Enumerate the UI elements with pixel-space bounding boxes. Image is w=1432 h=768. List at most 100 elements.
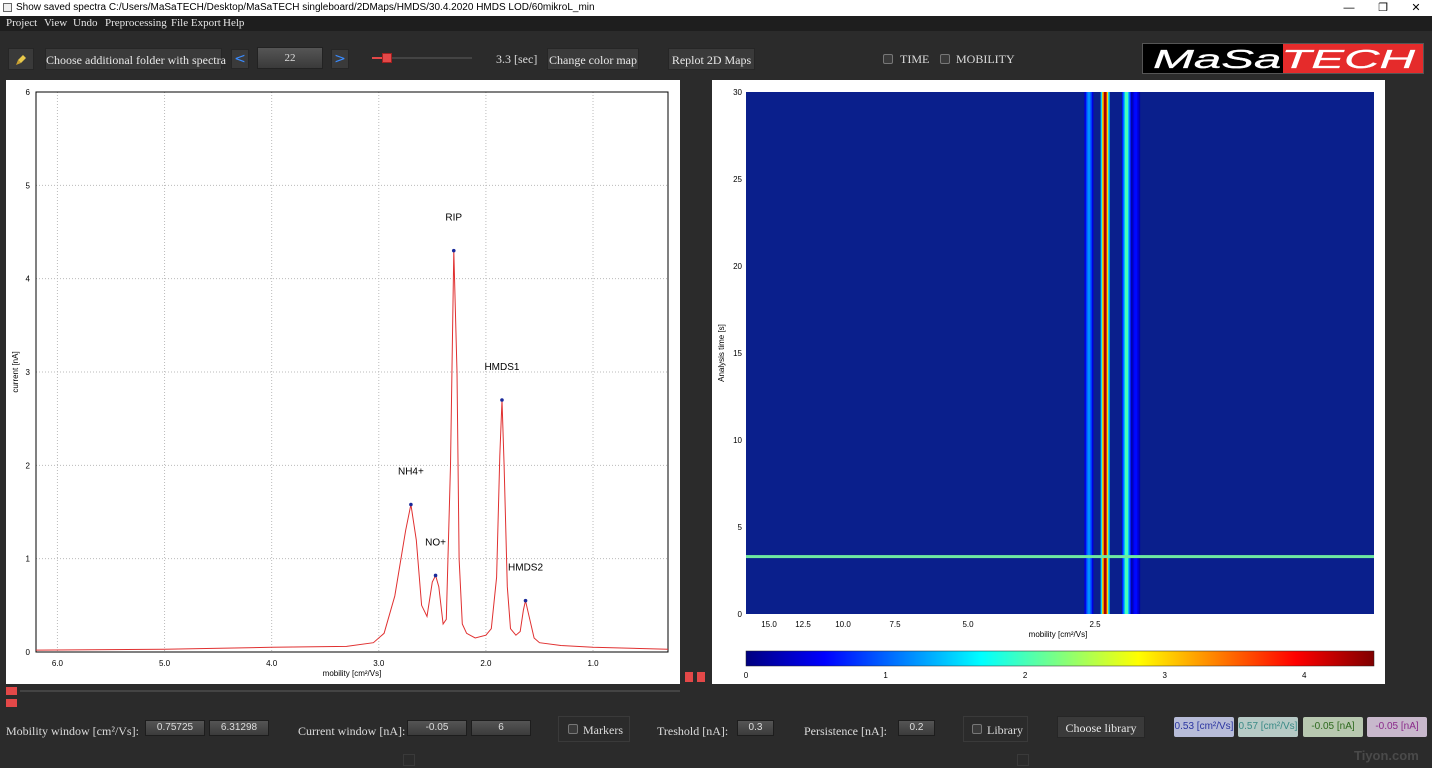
colorbar-tick-label: 3 <box>1162 671 1167 680</box>
next-spectrum-button[interactable]: > <box>331 49 349 69</box>
mobility-readout-2: 0.57 [cm²/Vs] <box>1238 717 1298 737</box>
menu-bar: Project View Undo Preprocessing File Exp… <box>0 16 1432 31</box>
peak-label: NH4+ <box>398 467 424 478</box>
small-indicator <box>403 754 415 766</box>
spectrum-y-tick-label: 4 <box>26 275 31 284</box>
spectrum-chart[interactable]: 6.0 5.0 4.0 3.0 2.0 1.0 0 1 2 3 4 5 6 NH4+ NO+ RIP HMD… <box>6 80 680 684</box>
heatmap-y-tick-label: 10 <box>733 436 742 445</box>
replot-2d-maps-button[interactable]: Replot 2D Maps <box>668 48 755 70</box>
menu-help[interactable]: Help <box>223 17 244 29</box>
heatmap-chart[interactable]: 15.0 12.5 10.0 7.5 5.0 2.5 051015202530 mobil… <box>712 80 1385 684</box>
markers-label: Markers <box>583 723 623 737</box>
time-cursor-line[interactable] <box>746 555 1374 559</box>
spectrum-x-tick-label: 4.0 <box>266 659 278 668</box>
heatmap-band <box>1124 92 1128 614</box>
heatmap-x-tick-label: 5.0 <box>962 620 974 629</box>
heatmap-x-tick-label: 15.0 <box>761 620 777 629</box>
prev-spectrum-button[interactable]: < <box>231 49 249 69</box>
menu-view[interactable]: View <box>44 17 67 29</box>
heatmap-x-tick-label: 10.0 <box>835 620 851 629</box>
spectrum-x-tick-label: 5.0 <box>159 659 171 668</box>
restore-button[interactable]: ❐ <box>1366 0 1400 16</box>
heatmap-x-axis-label: mobility [cm²/Vs] <box>1029 630 1088 639</box>
library-label: Library <box>987 723 1023 737</box>
current-min-field[interactable]: -0.05 <box>407 720 467 736</box>
spectrum-y-axis-label: current [nA] <box>11 351 20 392</box>
menu-file-export[interactable]: File Export <box>171 17 221 29</box>
current-max-field[interactable]: 6 <box>471 720 531 736</box>
choose-library-button[interactable]: Choose library <box>1057 716 1145 738</box>
time-slider[interactable] <box>372 53 472 63</box>
spectrum-x-tick-label: 3.0 <box>373 659 385 668</box>
heatmap-y-tick-label: 30 <box>733 88 742 97</box>
brush-icon <box>16 55 26 65</box>
choose-folder-button[interactable]: Choose additional folder with spectra <box>45 48 226 70</box>
mobility-checkbox[interactable] <box>940 54 950 64</box>
horizontal-slider-handle-2[interactable] <box>6 699 17 707</box>
colorbar <box>745 650 1375 667</box>
markers-checkbox[interactable] <box>568 724 578 734</box>
spectrum-x-tick-label: 1.0 <box>587 659 599 668</box>
spectrum-index-field[interactable]: 22 <box>257 47 323 69</box>
heatmap-y-tick-label: 0 <box>738 610 743 619</box>
app-icon <box>3 3 12 12</box>
heatmap-plot-panel: 15.0 12.5 10.0 7.5 5.0 2.5 0 5 10 15 20 25 30 mobil… <box>712 80 1385 684</box>
menu-project[interactable]: Project <box>6 17 37 29</box>
mobility-min-field[interactable]: 0.75725 <box>145 720 205 736</box>
time-slider-handle[interactable] <box>382 53 392 63</box>
peak-marker <box>500 398 504 402</box>
change-color-map-button[interactable]: Change color map <box>547 48 639 70</box>
persistence-label: Persistence [nA]: <box>804 724 887 738</box>
heatmap-band <box>1134 92 1138 614</box>
mobility-max-field[interactable]: 6.31298 <box>209 720 269 736</box>
heatmap-x-tick-label: 2.5 <box>1089 620 1101 629</box>
heatmap-x-tick-label: 12.5 <box>795 620 811 629</box>
heatmap-band <box>1103 92 1107 614</box>
watermark: Tiyon.com <box>1354 748 1419 763</box>
time-checkbox-label: TIME <box>900 52 930 66</box>
peak-marker <box>523 598 528 603</box>
minimize-button[interactable]: — <box>1332 0 1366 16</box>
spectrum-y-tick-label: 3 <box>26 368 31 377</box>
time-checkbox[interactable] <box>883 54 893 64</box>
heatmap-band <box>1087 92 1091 614</box>
colorbar-tick-label: 1 <box>883 671 888 680</box>
horizontal-scroll-track[interactable] <box>20 690 680 692</box>
close-button[interactable]: ✕ <box>1399 0 1432 16</box>
colorbar-tick-label: 2 <box>1023 671 1028 680</box>
masatech-logo: MaSaTECH <box>1142 43 1424 74</box>
splitter-handle[interactable] <box>685 672 693 682</box>
current-readout-2: -0.05 [nA] <box>1367 717 1427 737</box>
menu-undo[interactable]: Undo <box>73 17 97 29</box>
mobility-checkbox-label: MOBILITY <box>956 52 1015 66</box>
brush-button[interactable] <box>8 48 34 70</box>
spectrum-plot-panel: 6.0 5.0 4.0 3.0 2.0 1.0 0 1 2 3 4 5 6 NH4+ NO+ RIP HMD… <box>6 80 680 684</box>
mobility-readout-1: 0.53 [cm²/Vs] <box>1174 717 1234 737</box>
persistence-field[interactable]: 0.2 <box>898 720 935 736</box>
spectrum-y-tick-label: 6 <box>26 88 31 97</box>
library-checkbox[interactable] <box>972 724 982 734</box>
peak-label: HMDS2 <box>508 563 543 574</box>
heatmap-y-tick-label: 5 <box>738 523 743 532</box>
heatmap-background <box>746 92 1374 614</box>
mobility-window-label: Mobility window [cm²/Vs]: <box>6 724 139 738</box>
spectrum-x-axis-label: mobility [cm²/Vs] <box>323 669 382 678</box>
splitter-handle-2[interactable] <box>697 672 705 682</box>
horizontal-slider-handle[interactable] <box>6 687 17 695</box>
heatmap-y-tick-label: 20 <box>733 262 742 271</box>
spectrum-x-tick-label: 6.0 <box>52 659 64 668</box>
current-readout-1: -0.05 [nA] <box>1303 717 1363 737</box>
peak-marker <box>409 502 413 507</box>
spectrum-y-tick-label: 5 <box>26 181 31 190</box>
peak-marker <box>451 248 456 253</box>
peak-label: NO+ <box>425 537 446 548</box>
spectrum-x-tick-label: 2.0 <box>480 659 492 668</box>
logo-text: MaSaTECH <box>1153 44 1415 74</box>
threshold-field[interactable]: 0.3 <box>737 720 774 736</box>
threshold-label: Treshold [nA]: <box>657 724 729 738</box>
spectrum-y-tick-label: 0 <box>26 648 31 657</box>
colorbar-tick-label: 0 <box>744 671 749 680</box>
peak-label: RIP <box>445 213 462 224</box>
menu-preprocessing[interactable]: Preprocessing <box>105 17 167 29</box>
peak-label: HMDS1 <box>484 362 519 373</box>
